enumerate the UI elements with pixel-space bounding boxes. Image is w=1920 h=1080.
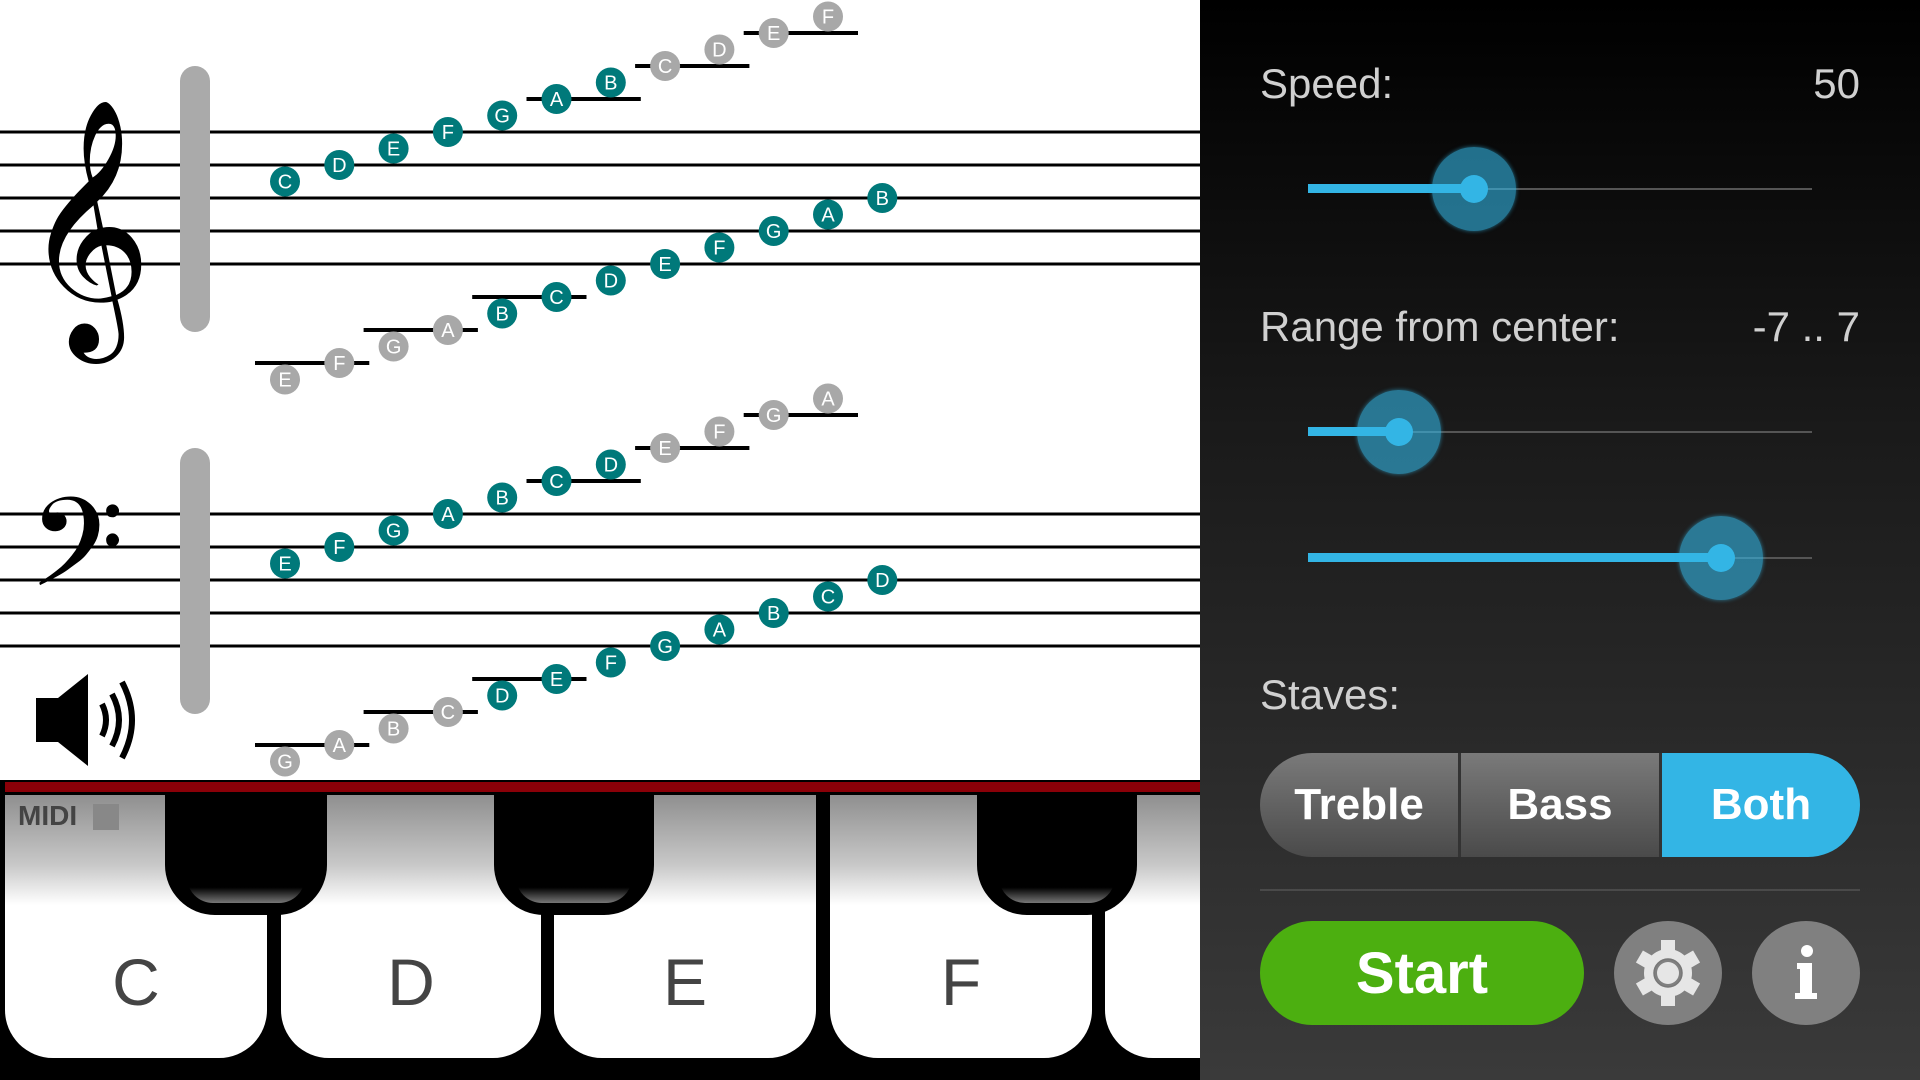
note-label: G [386, 521, 402, 543]
note-label: B [604, 73, 617, 95]
note-label: E [387, 139, 400, 161]
slider-thumb[interactable] [1384, 418, 1413, 446]
note-label: A [441, 504, 455, 526]
note-label: D [332, 155, 346, 177]
bass-clef-icon: 𝄢 [28, 472, 124, 646]
note-label: B [387, 719, 400, 741]
note-label: D [712, 40, 726, 62]
speed-value: 50 [1813, 60, 1860, 107]
midi-label: MIDI [18, 800, 78, 831]
note-label: E [767, 23, 780, 45]
treble-clef-icon: 𝄞 [22, 96, 152, 364]
key-label: E [662, 945, 708, 1019]
note-label: G [494, 106, 510, 128]
note-label: C [441, 702, 455, 724]
staves-bass-button[interactable]: Bass [1461, 753, 1662, 857]
note-label: C [821, 587, 835, 609]
key-label: F [940, 945, 982, 1019]
note-label: A [713, 620, 727, 642]
start-button[interactable]: Start [1260, 921, 1584, 1025]
note-label: E [550, 669, 563, 691]
note-label: B [876, 188, 889, 210]
midi-indicator[interactable] [93, 804, 119, 830]
gear-icon [1635, 940, 1701, 1006]
info-icon [1795, 945, 1817, 999]
black-key-c-sharp[interactable] [165, 795, 327, 915]
note-label: A [821, 389, 835, 411]
note-label: C [658, 56, 672, 78]
settings-button[interactable] [1614, 921, 1722, 1025]
note-label: D [495, 686, 509, 708]
note-label: F [605, 653, 617, 675]
note-label: E [278, 554, 291, 576]
bass-cursor-bar [180, 448, 210, 714]
keyboard-accent-bar [5, 782, 1200, 792]
slider-fill [1308, 553, 1722, 562]
info-button[interactable] [1752, 921, 1860, 1025]
note-label: G [766, 221, 782, 243]
note-label: F [333, 537, 345, 559]
speaker-icon[interactable] [30, 670, 150, 770]
note-label: D [604, 271, 618, 293]
note-label: B [496, 304, 509, 326]
note-label: E [658, 438, 671, 460]
note-label: C [549, 471, 563, 493]
range-value: -7 .. 7 [1752, 303, 1860, 350]
note-label: A [441, 320, 455, 342]
note-label: B [767, 603, 780, 625]
key-label: C [112, 945, 160, 1019]
staves-treble-button[interactable]: Treble [1260, 753, 1461, 857]
note-label: C [549, 287, 563, 309]
note-label: C [278, 172, 292, 194]
settings-panel: Speed: 50 Range from center: -7 .. 7 Sta… [1200, 0, 1920, 1080]
note-label: B [496, 488, 509, 510]
note-label: A [821, 205, 835, 227]
range-max-slider[interactable] [1308, 513, 1812, 603]
note-label: D [604, 455, 618, 477]
speed-label: Speed: [1260, 60, 1394, 107]
staves-both-button[interactable]: Both [1662, 753, 1860, 857]
staves-selector: Treble Bass Both [1260, 753, 1860, 857]
divider [1260, 889, 1860, 891]
note-label: G [766, 405, 782, 427]
note-label: A [550, 89, 564, 111]
note-label: F [442, 122, 454, 144]
note-label: G [277, 752, 293, 774]
note-label: A [333, 735, 347, 757]
black-key-f-sharp[interactable] [977, 795, 1137, 915]
note-label: G [657, 636, 673, 658]
staves-label: Staves: [1260, 671, 1401, 718]
note-label: F [333, 353, 345, 375]
note-label: F [713, 238, 725, 260]
note-label: E [658, 254, 671, 276]
note-label: F [822, 7, 834, 29]
staff-panel: C D E F G A B C D E F E F G A B C D E F G A B E F G A B C D E F G A G A B C D E… [0, 0, 1200, 1080]
treble-cursor-bar [180, 66, 210, 332]
range-min-slider[interactable] [1308, 387, 1812, 477]
black-key-d-sharp[interactable] [494, 795, 654, 915]
note-label: E [278, 370, 291, 392]
staff-canvas: C D E F G A B C D E F E F G A B C D E F G A B E F G A B C D E F G A G A B C D E… [0, 1, 1200, 777]
note-label: D [875, 570, 889, 592]
range-label: Range from center: [1260, 303, 1620, 350]
piano-keyboard: C D E F MIDI [0, 780, 1200, 1080]
note-label: G [386, 337, 402, 359]
note-label: F [713, 422, 725, 444]
key-label: D [387, 945, 435, 1019]
speed-slider[interactable] [1308, 144, 1812, 234]
